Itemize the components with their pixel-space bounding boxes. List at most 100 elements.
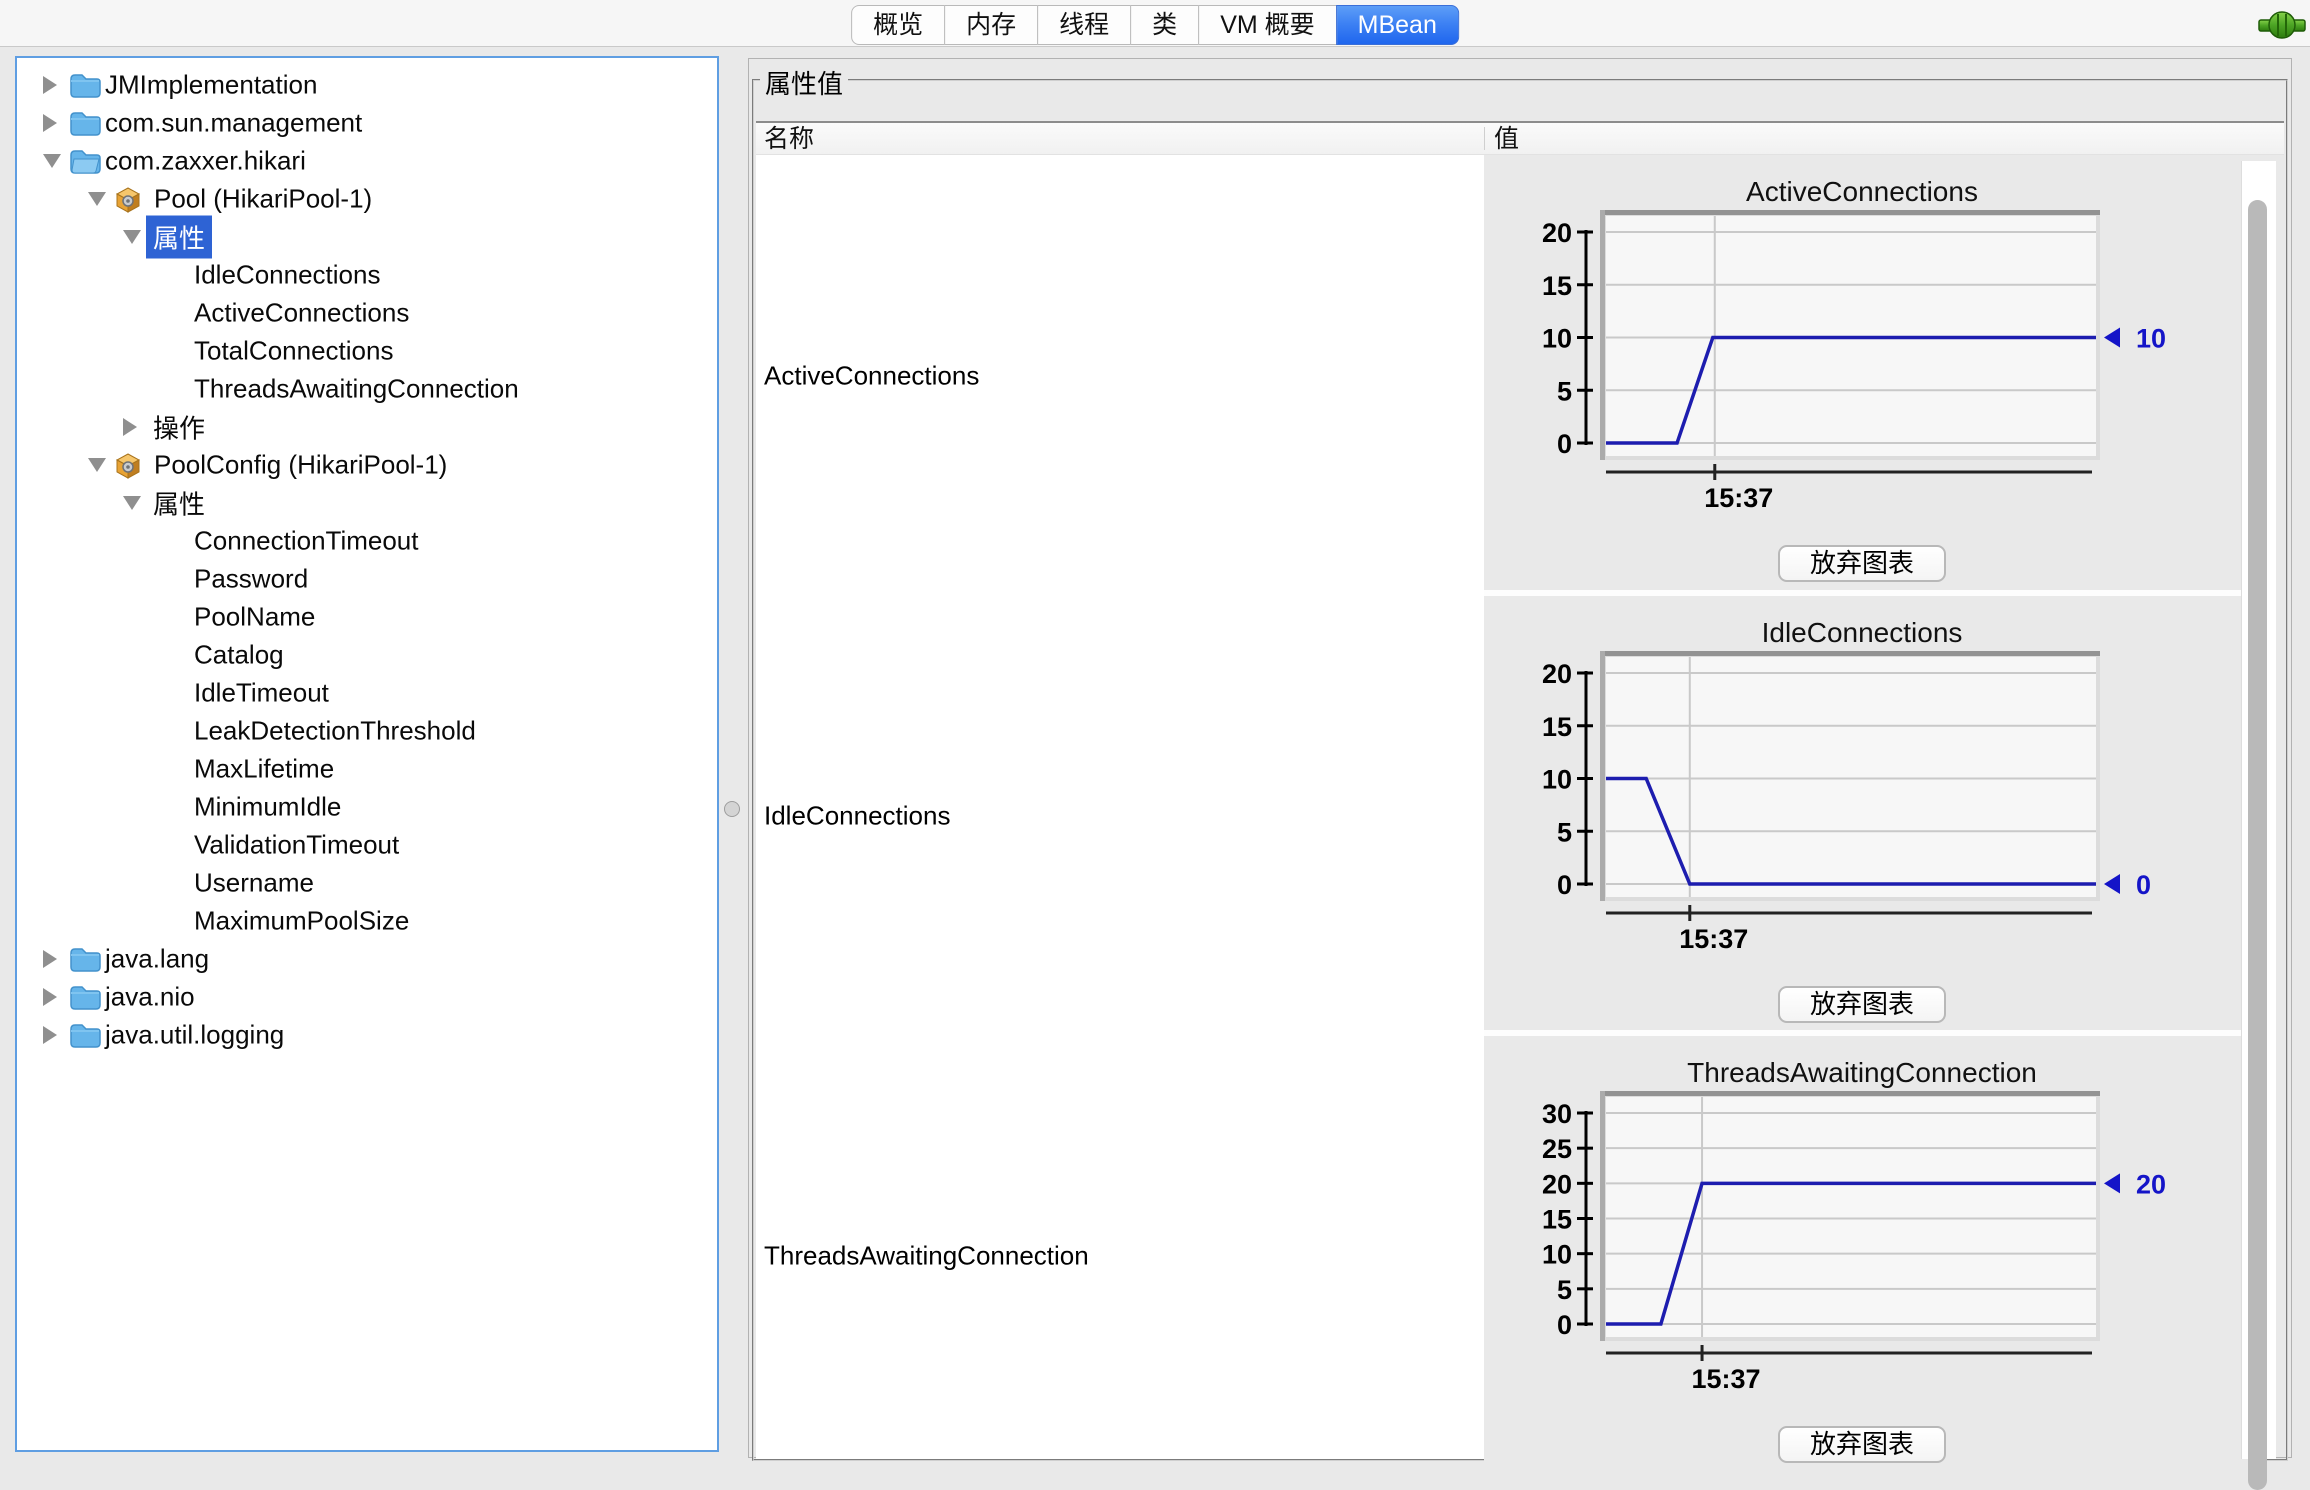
tab-classes[interactable]: 类 [1130, 5, 1199, 45]
tab-threads[interactable]: 线程 [1037, 5, 1131, 45]
tree-node-catalog[interactable]: Catalog [17, 636, 717, 674]
collapsed-arrow-icon[interactable] [43, 76, 57, 94]
tree-node-validationtimeout[interactable]: ValidationTimeout [17, 826, 717, 864]
x-tick-label: 15:37 [1704, 483, 1773, 513]
panel-title: 属性值 [760, 64, 848, 101]
tree-node-label: Pool (HikariPool-1) [154, 184, 372, 215]
attribute-table: 名称 值 ActiveConnectionsIdleConnectionsThr… [756, 121, 2284, 1459]
y-tick-label: 15 [1542, 712, 1572, 742]
tree-node-connectiontimeout[interactable]: ConnectionTimeout [17, 522, 717, 560]
tree-node-idleconnections[interactable]: IdleConnections [17, 256, 717, 294]
value-marker-icon [2104, 1173, 2120, 1193]
y-tick-label: 15 [1542, 271, 1572, 301]
y-tick-label: 0 [1557, 870, 1572, 900]
table-body: ActiveConnectionsIdleConnectionsThreadsA… [756, 155, 2284, 1459]
tab-memory[interactable]: 内存 [944, 5, 1038, 45]
tree-node-jmimplementation[interactable]: JMImplementation [17, 66, 717, 104]
tree-node-totalconnections[interactable]: TotalConnections [17, 332, 717, 370]
tree-node-label: ThreadsAwaitingConnection [194, 374, 519, 405]
folder-icon [69, 72, 101, 98]
y-tick-label: 0 [1557, 429, 1572, 459]
tree-node-idletimeout[interactable]: IdleTimeout [17, 674, 717, 712]
y-tick-label: 5 [1557, 817, 1572, 847]
tree-node-label: Password [194, 564, 308, 595]
column-header-value[interactable]: 值 [1494, 123, 1519, 155]
tree-node-pool-attributes[interactable]: 属性 [17, 218, 717, 256]
split-pane-divider[interactable] [719, 56, 748, 1452]
attribute-name: ActiveConnections [764, 360, 979, 391]
tree-node-label: PoolName [194, 602, 315, 633]
expanded-arrow-icon[interactable] [88, 192, 106, 206]
discard-chart-button[interactable]: 放弃图表 [1778, 545, 1946, 582]
scrollbar-thumb[interactable] [2248, 200, 2267, 1490]
tree-node-label: LeakDetectionThreshold [194, 716, 476, 747]
y-tick-label: 0 [1557, 1310, 1572, 1340]
vertical-scrollbar[interactable] [2241, 161, 2276, 1459]
tree-node-label: Catalog [194, 640, 284, 671]
tab-vm-summary[interactable]: VM 概要 [1198, 5, 1336, 45]
mbean-icon [114, 186, 146, 212]
tree-node-poolname[interactable]: PoolName [17, 598, 717, 636]
expanded-arrow-icon[interactable] [123, 496, 141, 510]
collapsed-arrow-icon[interactable] [43, 988, 57, 1006]
tree-node-label: com.sun.management [105, 108, 362, 139]
tree-node-java-lang[interactable]: java.lang [17, 940, 717, 978]
tab-mbean[interactable]: MBean [1336, 5, 1459, 45]
collapsed-arrow-icon[interactable] [123, 418, 137, 436]
collapsed-arrow-icon[interactable] [43, 1026, 57, 1044]
table-header: 名称 值 [756, 121, 2284, 155]
y-tick-label: 15 [1542, 1205, 1572, 1235]
y-tick-label: 20 [1542, 218, 1572, 248]
value-column: ActiveConnections051015201015:37放弃图表Idle… [1484, 155, 2254, 1459]
tree-node-poolconfig-attributes[interactable]: 属性 [17, 484, 717, 522]
chart-activeconnections: ActiveConnections051015201015:37 [1484, 155, 2254, 596]
tree-node-label: com.zaxxer.hikari [105, 146, 306, 177]
tree-node-activeconnections[interactable]: ActiveConnections [17, 294, 717, 332]
tree-node-label: java.lang [105, 944, 209, 975]
tree-node-label: MaxLifetime [194, 754, 334, 785]
collapsed-arrow-icon[interactable] [43, 950, 57, 968]
tree-node-com-zaxxer-hikari[interactable]: com.zaxxer.hikari [17, 142, 717, 180]
collapsed-arrow-icon[interactable] [43, 114, 57, 132]
attribute-name: IdleConnections [764, 801, 950, 832]
column-header-name[interactable]: 名称 [764, 123, 814, 155]
discard-chart-button[interactable]: 放弃图表 [1778, 986, 1946, 1023]
tree-node-pool-operations[interactable]: 操作 [17, 408, 717, 446]
splitter-grip-icon[interactable] [724, 801, 740, 817]
discard-chart-button[interactable]: 放弃图表 [1778, 1426, 1946, 1463]
tree-node-password[interactable]: Password [17, 560, 717, 598]
mbean-icon [114, 452, 146, 478]
tree-node-pool-hikaripool-1[interactable]: Pool (HikariPool-1) [17, 180, 717, 218]
chart-title: IdleConnections [1762, 617, 1963, 648]
tree-node-minimumidle[interactable]: MinimumIdle [17, 788, 717, 826]
expanded-arrow-icon[interactable] [88, 458, 106, 472]
tree-node-java-nio[interactable]: java.nio [17, 978, 717, 1016]
tree-node-label: MaximumPoolSize [194, 906, 409, 937]
folder-icon [69, 1022, 101, 1048]
current-value-label: 20 [2136, 1169, 2166, 1199]
tree-node-java-util-logging[interactable]: java.util.logging [17, 1016, 717, 1054]
folder-icon [69, 984, 101, 1010]
current-value-label: 10 [2136, 324, 2166, 354]
folder-open-icon [69, 148, 101, 174]
tree-node-label: 属性 [153, 485, 205, 522]
column-divider[interactable] [1484, 127, 1485, 150]
tree-node-leakdetectionthreshold[interactable]: LeakDetectionThreshold [17, 712, 717, 750]
x-tick-label: 15:37 [1679, 924, 1748, 954]
scrollbar-corner [2242, 161, 2276, 197]
tab-strip: 概览内存线程类VM 概要MBean [851, 5, 1459, 45]
tab-overview[interactable]: 概览 [851, 5, 945, 45]
y-tick-label: 20 [1542, 659, 1572, 689]
y-tick-label: 5 [1557, 376, 1572, 406]
expanded-arrow-icon[interactable] [43, 154, 61, 168]
chart-cell-activeconnections: ActiveConnections051015201015:37放弃图表 [1484, 155, 2254, 596]
expanded-arrow-icon[interactable] [123, 230, 141, 244]
attribute-name-cell: ActiveConnections [756, 155, 1484, 596]
value-marker-icon [2104, 874, 2120, 894]
tree-node-threadsawaitingconnection[interactable]: ThreadsAwaitingConnection [17, 370, 717, 408]
tree-node-com-sun-management[interactable]: com.sun.management [17, 104, 717, 142]
tree-node-username[interactable]: Username [17, 864, 717, 902]
tree-node-maximumpoolsize[interactable]: MaximumPoolSize [17, 902, 717, 940]
tree-node-maxlifetime[interactable]: MaxLifetime [17, 750, 717, 788]
tree-node-poolconfig-hikaripool-1[interactable]: PoolConfig (HikariPool-1) [17, 446, 717, 484]
